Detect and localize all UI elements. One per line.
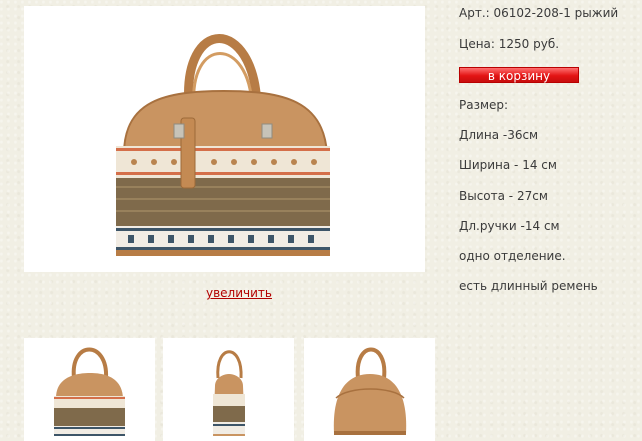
thumbnail-back[interactable]: [304, 338, 435, 441]
article-number: Арт.: 06102-208-1 рыжий: [459, 6, 619, 20]
spec-handle-length: Дл.ручки -14 см: [459, 219, 560, 233]
enlarge-link[interactable]: увеличить: [206, 286, 272, 300]
spec-height: Высота - 27см: [459, 189, 548, 203]
thumbnail-front[interactable]: [24, 338, 155, 441]
price: Цена: 1250 руб.: [459, 37, 560, 51]
spec-length: Длина -36см: [459, 128, 539, 142]
spec-width: Ширина - 14 см: [459, 158, 557, 172]
thumbnail-side[interactable]: [163, 338, 294, 441]
add-to-cart-button[interactable]: в корзину: [459, 67, 579, 83]
size-header: Размер:: [459, 98, 509, 112]
main-product-image[interactable]: [24, 6, 425, 272]
spec-compartments: одно отделение.: [459, 249, 566, 263]
spec-strap: есть длинный ремень: [459, 279, 598, 293]
